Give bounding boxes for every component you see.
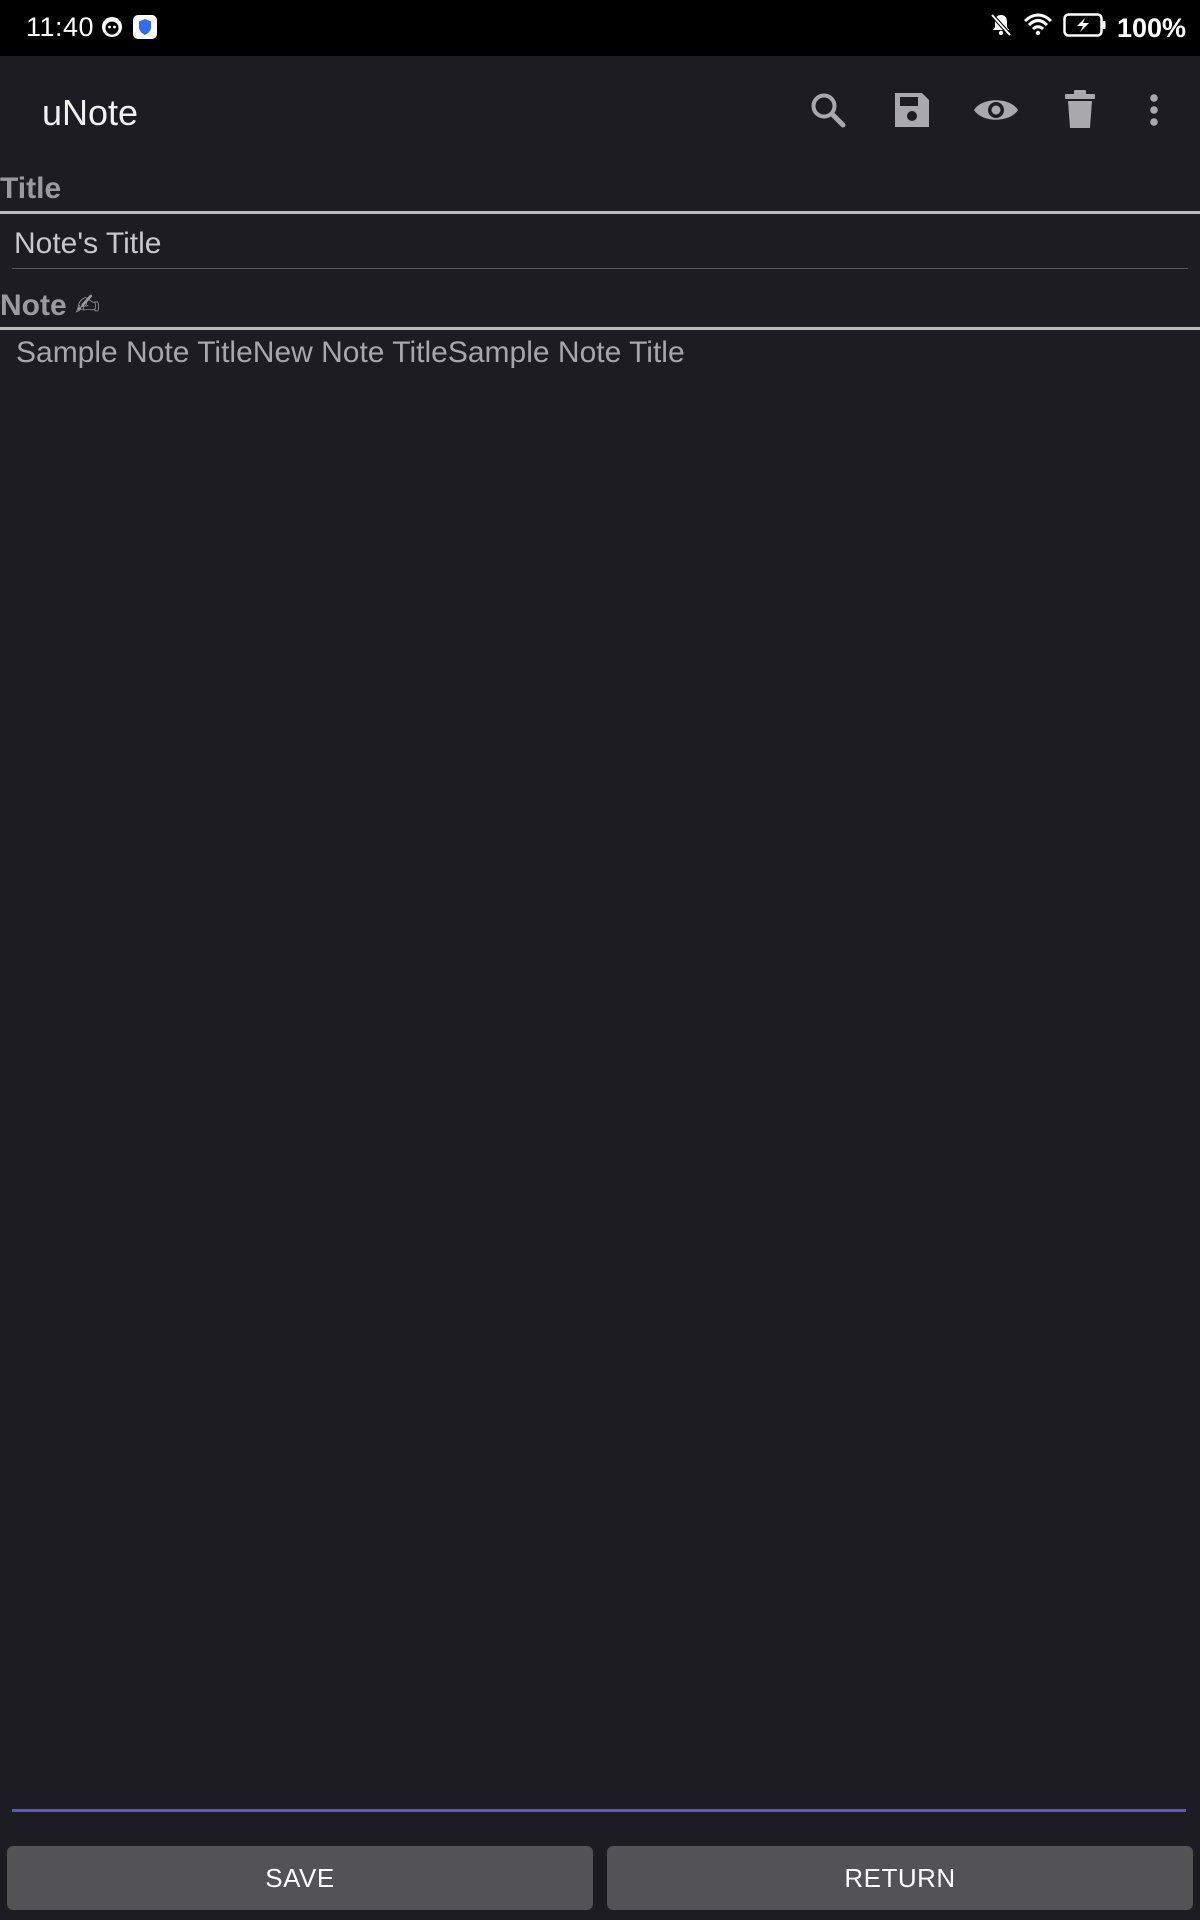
title-section-divider bbox=[0, 211, 1200, 214]
bottom-button-bar: SAVE RETURN bbox=[7, 1846, 1193, 1910]
status-notification-icons bbox=[100, 14, 158, 45]
app-bar: uNote bbox=[0, 56, 1200, 168]
delete-button[interactable] bbox=[1038, 70, 1122, 154]
vpn-shield-icon bbox=[132, 14, 158, 45]
app-title: uNote bbox=[42, 92, 139, 133]
save-button[interactable]: SAVE bbox=[7, 1846, 593, 1910]
save-icon bbox=[892, 90, 932, 135]
more-vert-icon bbox=[1149, 93, 1159, 132]
status-time: 11:40 bbox=[26, 12, 95, 42]
note-section-label: Note ✍ bbox=[0, 289, 101, 322]
search-button[interactable] bbox=[786, 70, 870, 154]
delete-icon bbox=[1063, 89, 1097, 135]
notification-app-icon bbox=[100, 15, 124, 44]
title-section-label: Title bbox=[0, 172, 62, 205]
wifi-icon bbox=[1023, 13, 1053, 44]
battery-percent: 100% bbox=[1116, 13, 1186, 43]
title-input[interactable] bbox=[12, 224, 1188, 269]
status-bar: 11:40 100% bbox=[0, 0, 1200, 56]
preview-button[interactable] bbox=[954, 70, 1038, 154]
status-system-icons: 100% bbox=[989, 12, 1186, 45]
preview-eye-icon bbox=[972, 94, 1020, 131]
bell-off-icon bbox=[989, 12, 1013, 45]
save-note-button[interactable] bbox=[870, 70, 954, 154]
more-options-button[interactable] bbox=[1122, 70, 1186, 154]
app-bar-actions bbox=[786, 56, 1200, 168]
return-button[interactable]: RETURN bbox=[607, 1846, 1193, 1910]
note-body-input[interactable]: Sample Note TitleNew Note TitleSample No… bbox=[12, 330, 1186, 1812]
search-icon bbox=[808, 90, 848, 135]
battery-charging-icon bbox=[1063, 12, 1107, 45]
